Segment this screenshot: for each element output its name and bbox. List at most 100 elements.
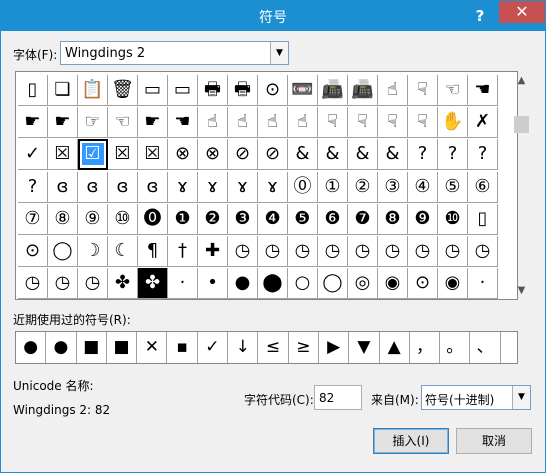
font-dropdown[interactable]: Wingdings 2 ▼ bbox=[60, 41, 289, 65]
symbol-cell[interactable]: ✤ bbox=[108, 268, 138, 300]
symbol-cell[interactable]: ◎ bbox=[348, 268, 378, 300]
recent-symbol-cell[interactable]: ✕ bbox=[137, 332, 168, 363]
symbol-cell[interactable]: ☝ bbox=[228, 107, 258, 139]
symbol-cell[interactable]: ◷ bbox=[48, 268, 78, 300]
symbol-cell[interactable]: & bbox=[378, 139, 408, 171]
symbol-cell[interactable]: ☟ bbox=[348, 107, 378, 139]
char-code-input[interactable]: 82 bbox=[314, 385, 362, 410]
symbol-cell[interactable]: ☜ bbox=[438, 75, 468, 106]
recent-symbol-cell[interactable]: ■ bbox=[107, 332, 138, 363]
symbol-cell[interactable]: ◷ bbox=[438, 235, 468, 267]
symbol-cell[interactable]: ◷ bbox=[288, 235, 318, 267]
symbol-cell[interactable]: ▯ bbox=[468, 203, 498, 235]
symbol-cell[interactable]: ɞ bbox=[108, 171, 138, 203]
symbol-cell[interactable]: † bbox=[168, 235, 198, 267]
symbol-cell[interactable]: ɤ bbox=[198, 171, 228, 203]
symbol-cell[interactable]: ⊙ bbox=[18, 235, 48, 267]
symbol-cell[interactable]: 🖶 bbox=[198, 75, 228, 106]
symbol-cell[interactable]: ☟ bbox=[378, 107, 408, 139]
symbol-cell[interactable]: ▭ bbox=[168, 75, 198, 106]
symbol-cell[interactable]: ☟ bbox=[318, 107, 348, 139]
symbol-cell[interactable]: · bbox=[468, 268, 498, 300]
symbol-cell[interactable]: & bbox=[288, 139, 318, 171]
symbol-cell[interactable]: ☝ bbox=[378, 75, 408, 106]
scroll-up-icon[interactable]: ▲ bbox=[513, 75, 530, 86]
symbol-cell[interactable]: ⊙ bbox=[408, 268, 438, 300]
recent-symbol-cell[interactable]: ≥ bbox=[289, 332, 319, 363]
symbol-cell[interactable]: & bbox=[318, 139, 348, 171]
symbol-cell[interactable]: ɤ bbox=[228, 171, 258, 203]
symbol-cell[interactable]: ✋ bbox=[438, 107, 468, 139]
symbol-cell[interactable]: ◷ bbox=[228, 235, 258, 267]
symbol-cell[interactable]: • bbox=[198, 268, 228, 300]
scroll-thumb[interactable] bbox=[514, 116, 529, 133]
symbol-cell[interactable]: 📠 bbox=[318, 75, 348, 106]
symbol-cell[interactable]: ☒ bbox=[48, 139, 78, 171]
symbol-cell[interactable]: ☽ bbox=[78, 235, 108, 267]
symbol-cell[interactable]: ⑤ bbox=[438, 171, 468, 203]
close-button[interactable]: ✕ bbox=[499, 1, 545, 23]
symbol-cell[interactable]: ❹ bbox=[258, 203, 288, 235]
symbol-cell[interactable]: ɤ bbox=[258, 171, 288, 203]
symbol-cell[interactable]: ④ bbox=[408, 171, 438, 203]
symbol-cell[interactable]: ⊗ bbox=[198, 139, 228, 171]
symbol-cell[interactable]: ☒ bbox=[138, 139, 168, 171]
symbol-cell[interactable]: ③ bbox=[378, 171, 408, 203]
symbol-cell[interactable]: & bbox=[348, 139, 378, 171]
symbol-cell[interactable]: ⑥ bbox=[468, 171, 498, 203]
symbol-cell[interactable]: ❿ bbox=[438, 203, 468, 235]
recent-symbol-cell[interactable]: 、 bbox=[470, 332, 501, 363]
chevron-down-icon[interactable]: ▼ bbox=[270, 42, 288, 64]
symbol-cell[interactable]: ❸ bbox=[228, 203, 258, 235]
symbol-cell[interactable]: ɞ bbox=[138, 171, 168, 203]
symbol-cell[interactable]: ☚ bbox=[468, 75, 498, 106]
symbol-cell[interactable]: ☒ bbox=[108, 139, 138, 171]
symbol-cell[interactable]: ⓪ bbox=[288, 171, 318, 203]
symbol-cell[interactable]: ❽ bbox=[378, 203, 408, 235]
symbol-cell[interactable]: ¶ bbox=[138, 235, 168, 267]
symbol-cell[interactable]: ⑩ bbox=[108, 203, 138, 235]
symbol-cell[interactable]: ❷ bbox=[198, 203, 228, 235]
symbol-cell[interactable]: ① bbox=[318, 171, 348, 203]
from-dropdown[interactable]: 符号(十进制) ▼ bbox=[421, 385, 531, 410]
symbol-cell[interactable]: ɞ bbox=[48, 171, 78, 203]
grid-scrollbar[interactable]: ▲ ▼ bbox=[513, 72, 530, 299]
symbol-cell[interactable]: ◷ bbox=[378, 235, 408, 267]
symbol-cell[interactable]: 📼 bbox=[288, 75, 318, 106]
symbol-cell[interactable]: ◷ bbox=[318, 235, 348, 267]
symbol-cell[interactable]: ☜ bbox=[108, 107, 138, 139]
symbol-cell[interactable]: ☾ bbox=[108, 235, 138, 267]
symbol-cell[interactable]: ☝ bbox=[288, 107, 318, 139]
scroll-down-icon[interactable]: ▼ bbox=[513, 285, 530, 296]
insert-button[interactable]: 插入(I) bbox=[373, 428, 449, 454]
symbol-cell[interactable]: ✗ bbox=[468, 107, 498, 139]
recent-symbol-cell[interactable]: ▼ bbox=[349, 332, 380, 363]
symbol-cell[interactable]: ☟ bbox=[408, 107, 438, 139]
cancel-button[interactable]: 取消 bbox=[456, 428, 532, 454]
symbol-cell[interactable]: 🗑 bbox=[108, 75, 138, 106]
symbol-cell[interactable]: ☑ bbox=[78, 139, 108, 171]
symbol-cell[interactable]: ☛ bbox=[18, 107, 48, 139]
symbol-cell[interactable]: ☞ bbox=[78, 107, 108, 139]
help-button[interactable]: ? bbox=[465, 4, 495, 28]
symbol-cell[interactable]: ⊙ bbox=[258, 75, 288, 106]
symbol-cell[interactable]: ✚ bbox=[198, 235, 228, 267]
symbol-cell[interactable]: ɞ bbox=[78, 171, 108, 203]
symbol-cell[interactable]: ✤ bbox=[138, 268, 168, 300]
symbol-cell[interactable]: ? bbox=[468, 139, 498, 171]
recent-symbol-cell[interactable]: 。 bbox=[440, 332, 471, 363]
symbol-cell[interactable]: ◉ bbox=[378, 268, 408, 300]
recent-symbol-cell[interactable]: ✓ bbox=[198, 332, 229, 363]
symbol-cell[interactable]: ☛ bbox=[138, 107, 168, 139]
symbol-cell[interactable]: ⊗ bbox=[168, 139, 198, 171]
symbol-cell[interactable]: ⑦ bbox=[18, 203, 48, 235]
symbol-cell[interactable]: ⓿ bbox=[138, 203, 168, 235]
symbol-cell[interactable]: ⑧ bbox=[48, 203, 78, 235]
symbol-cell[interactable]: ● bbox=[228, 268, 258, 300]
symbol-cell[interactable]: ɤ bbox=[168, 171, 198, 203]
symbol-cell[interactable]: ? bbox=[438, 139, 468, 171]
recent-symbol-cell[interactable]: ≤ bbox=[258, 332, 289, 363]
symbol-cell[interactable]: ❺ bbox=[288, 203, 318, 235]
recent-symbol-cell[interactable]: ● bbox=[46, 332, 77, 363]
symbol-cell[interactable]: ⊘ bbox=[228, 139, 258, 171]
